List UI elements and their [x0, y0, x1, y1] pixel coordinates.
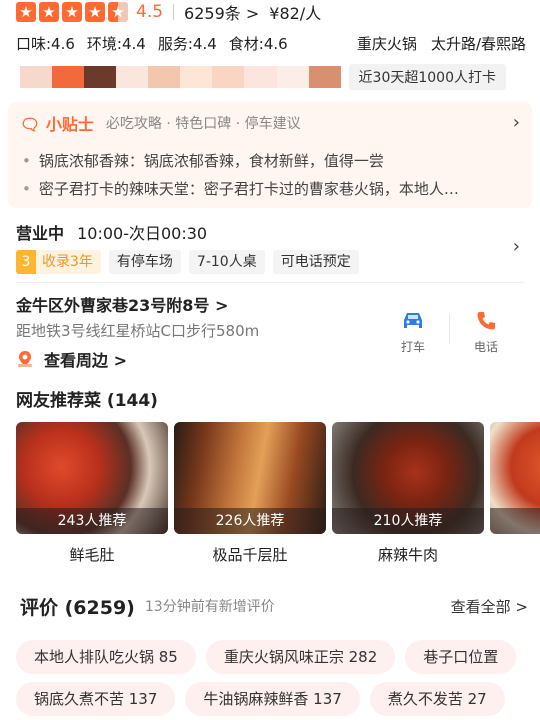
location-pin-icon [18, 351, 32, 367]
business-hours[interactable]: 营业中 10:00-次日00:30 3 收录3年 有停车场 7-10人桌 可电话预… [16, 220, 526, 280]
rank-row: 近30天超1000人打卡 [20, 64, 506, 90]
review-count-link[interactable]: 6259条 > [184, 0, 259, 24]
taste-score: 口味:4.6 [16, 34, 75, 53]
review-tag[interactable]: 煮久不发苦 27 [369, 682, 505, 716]
ingredients-score: 食材:4.6 [228, 34, 288, 53]
color-block [180, 66, 213, 88]
reviews-title: 评价 (6259) [20, 596, 135, 619]
dish-photo: 210人推荐 [332, 422, 484, 534]
dish-photo: 243人推荐 [16, 422, 168, 534]
open-status: 营业中 [16, 224, 65, 243]
color-block [244, 66, 277, 88]
reservation-chip: 可电话预定 [272, 250, 359, 274]
star-icon: ★ [16, 2, 36, 22]
rating-row: ★ ★ ★ ★ ★ 4.5 6259条 > ¥82/人 [16, 0, 526, 24]
color-block [20, 66, 53, 88]
tip-item: • 锅底浓郁香辣：锅底浓郁香辣，食材新鲜，值得一尝 [22, 152, 384, 170]
address-section: 金牛区外曹家巷23号附8号 > 距地铁3号线红星桥站C口步行580m 查看周边 … [16, 292, 526, 372]
car-icon [404, 313, 422, 328]
hours-line: 营业中 10:00-次日00:30 [16, 220, 526, 244]
divider [16, 282, 524, 283]
reviews-subtitle: 13分钟前有新增评价 [144, 599, 275, 615]
review-tags-row: 锅底久煮不苦 137 牛油锅麻辣鲜香 137 煮久不发苦 27 [16, 682, 540, 716]
review-tags-row: 本地人排队吃火锅 85 重庆火锅风味正宗 282 巷子口位置 [16, 640, 540, 674]
rating-score: 4.5 [136, 2, 164, 22]
star-icon: ★ [39, 2, 59, 22]
chevron-right-icon[interactable]: › [513, 112, 520, 133]
color-block [116, 66, 149, 88]
review-tag[interactable]: 本地人排队吃火锅 85 [16, 640, 196, 674]
half-star-icon: ★ [108, 2, 128, 22]
environment-score: 环境:4.4 [86, 34, 146, 53]
service-score: 服务:4.4 [157, 34, 217, 53]
dishes-section-title: 网友推荐菜 (144) [16, 391, 158, 411]
color-block [276, 66, 309, 88]
star-rating: ★ ★ ★ ★ ★ [16, 2, 128, 22]
dish-carousel[interactable]: 243人推荐 鲜毛肚 226人推荐 极品千层肚 210人推荐 麻辣牛肉 12 冷 [16, 422, 540, 572]
divider [173, 4, 175, 20]
star-icon: ★ [62, 2, 82, 22]
ranking-color-strip [20, 66, 341, 88]
star-icon: ★ [85, 2, 105, 22]
dish-card[interactable]: 210人推荐 麻辣牛肉 [332, 422, 484, 572]
listed-years-badge: 3 收录3年 [16, 250, 101, 274]
phone-icon [477, 312, 495, 330]
dish-name: 冷 [490, 544, 540, 565]
tips-subtitle: 必吃攻略 · 特色口碑 · 停车建议 [105, 116, 301, 132]
color-block [308, 66, 341, 88]
price-per-person: ¥82/人 [269, 4, 322, 23]
tips-logo: 🗨︎ 小贴士 [20, 115, 94, 134]
parking-chip: 有停车场 [108, 250, 181, 274]
reviews-header: 评价 (6259) 13分钟前有新增评价 查看全部 > [20, 592, 528, 620]
dish-name: 极品千层肚 [212, 546, 288, 564]
color-block [52, 66, 85, 88]
review-tag[interactable]: 重庆火锅风味正宗 282 [205, 640, 396, 674]
chevron-right-icon[interactable]: › [513, 236, 520, 257]
dish-card[interactable]: 243人推荐 鲜毛肚 [16, 422, 168, 572]
table-size-chip: 7-10人桌 [188, 250, 265, 274]
color-block [148, 66, 181, 88]
call-button[interactable]: 电话 [450, 310, 522, 355]
dish-name: 鲜毛肚 [69, 546, 115, 564]
color-block [212, 66, 245, 88]
dish-photo: 226人推荐 [174, 422, 326, 534]
taxi-button[interactable]: 打车 [377, 310, 449, 355]
review-tag[interactable]: 锅底久煮不苦 137 [16, 682, 176, 716]
open-time: 10:00-次日00:30 [77, 224, 208, 243]
tips-card[interactable]: 🗨︎ 小贴士 必吃攻略 · 特色口碑 · 停车建议 › • 锅底浓郁香辣：锅底浓郁… [8, 102, 532, 208]
color-block [84, 66, 117, 88]
dish-card[interactable]: 12 冷 [490, 422, 540, 572]
see-all-reviews-link[interactable]: 查看全部 > [451, 596, 528, 617]
dish-card[interactable]: 226人推荐 极品千层肚 [174, 422, 326, 572]
tip-item: • 密子君打卡的辣味天堂：密子君打卡过的曹家巷火锅，本地人… [22, 180, 459, 198]
dish-name: 麻辣牛肉 [377, 546, 438, 564]
dish-photo: 12 [490, 422, 540, 534]
checkin-badge[interactable]: 近30天超1000人打卡 [348, 64, 506, 90]
area-label: 太升路/春熙路 [430, 34, 526, 53]
tips-icon: 🗨︎ [20, 115, 41, 134]
category-label: 重庆火锅 [356, 34, 417, 53]
scores-row: 口味:4.6 环境:4.4 服务:4.4 食材:4.6 重庆火锅 太升路/春熙路 [16, 32, 526, 54]
review-tag[interactable]: 牛油锅麻辣鲜香 137 [185, 682, 360, 716]
review-tag[interactable]: 巷子口位置 [405, 640, 517, 674]
